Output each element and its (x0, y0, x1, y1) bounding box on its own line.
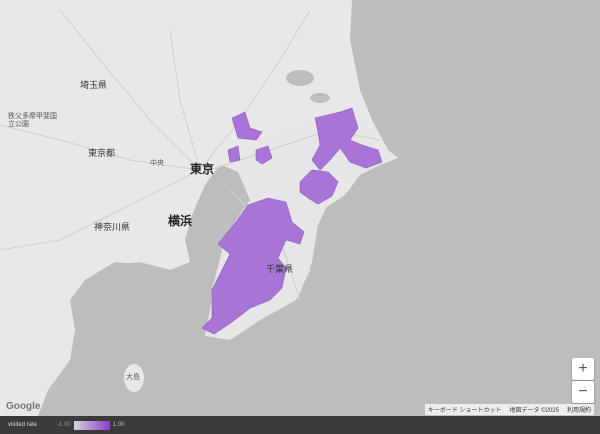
place-label-tokyo: 東京 (190, 162, 215, 176)
place-label-chichibu: 秩父多摩甲斐国立公園 (8, 112, 57, 128)
keyboard-shortcuts-link[interactable]: キーボード ショートカット (428, 405, 502, 414)
lake (286, 70, 314, 86)
terms-link[interactable]: 利用規約 (567, 405, 591, 414)
legend-min: -1.00 (57, 422, 71, 428)
lake (310, 93, 330, 103)
place-label-kanagawa: 神奈川県 (94, 223, 131, 233)
google-logo: Google (6, 401, 41, 412)
legend: visited rate -1.00 1.00 (0, 416, 600, 434)
place-label-tokyo-to: 東京都 (88, 149, 116, 159)
map-data-credit: 地図データ ©2025 (509, 408, 559, 414)
map-canvas[interactable] (0, 0, 600, 416)
legend-max: 1.00 (112, 422, 125, 428)
zoom-out-button[interactable]: − (572, 381, 594, 403)
zoom-in-button[interactable]: + (572, 358, 594, 380)
legend-label: visited rate (8, 422, 38, 428)
place-label-saitama: 埼玉県 (80, 81, 108, 91)
legend-gradient (73, 420, 110, 430)
place-label-oshima: 大島 (126, 373, 140, 381)
place-label-yokohama: 横浜 (168, 214, 193, 228)
place-label-chuo: 中央 (150, 159, 164, 167)
map-attribution: キーボード ショートカット 地図データ ©2025 利用規約 (424, 404, 594, 415)
place-label-chiba: 千葉県 (266, 265, 294, 275)
